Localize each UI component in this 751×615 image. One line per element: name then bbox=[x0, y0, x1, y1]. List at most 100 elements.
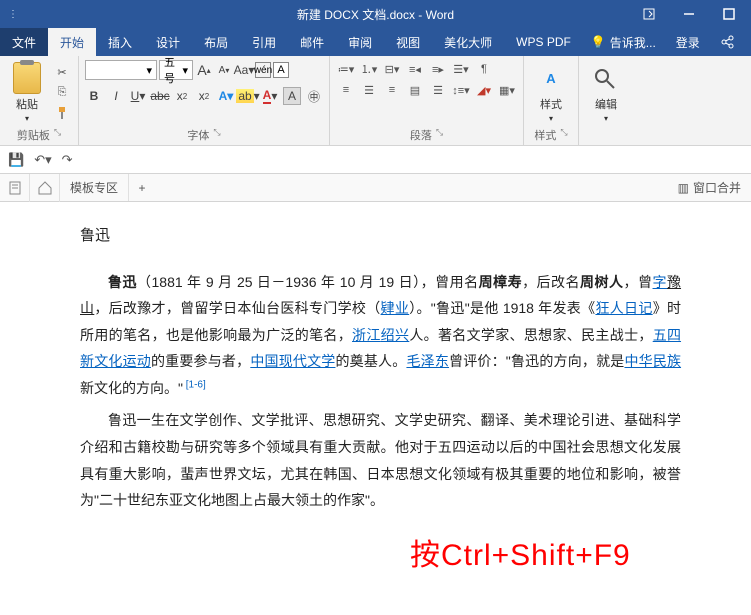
tabstrip: 模板专区 + ▥ 窗口合并 bbox=[0, 174, 751, 202]
borders-button[interactable]: ▦▾ bbox=[497, 81, 517, 99]
menu-layout[interactable]: 布局 bbox=[192, 28, 240, 56]
char-border-button[interactable]: A bbox=[273, 62, 289, 78]
highlight-button[interactable]: ab▾ bbox=[239, 87, 257, 105]
group-styles: A 样式 ▾ 样式⤡ bbox=[524, 56, 579, 145]
italic-button[interactable]: I bbox=[107, 87, 125, 105]
group-clipboard: 粘贴 ▾ ✂ ⎘ 剪贴板⤡ bbox=[0, 56, 79, 145]
menu-beautify[interactable]: 美化大师 bbox=[432, 28, 504, 56]
tell-me-label: 告诉我... bbox=[610, 34, 656, 51]
styles-icon: A bbox=[535, 62, 567, 94]
shrink-font-button[interactable]: A▾ bbox=[215, 61, 233, 79]
justify-button[interactable]: ▤ bbox=[405, 81, 425, 99]
menubar: 文件 开始 插入 设计 布局 引用 邮件 审阅 视图 美化大师 WPS PDF … bbox=[0, 28, 751, 56]
group-editing: 编辑 ▾ bbox=[579, 56, 633, 145]
qat-handle-icon[interactable]: ⋮ bbox=[8, 9, 18, 20]
format-painter-button[interactable] bbox=[52, 104, 72, 122]
editing-button[interactable]: 编辑 ▾ bbox=[585, 60, 627, 129]
enclose-chars-button[interactable]: ㊥ bbox=[305, 87, 323, 105]
cut-button[interactable]: ✂ bbox=[52, 64, 72, 82]
paste-button[interactable]: 粘贴 ▾ bbox=[6, 60, 48, 125]
window-merge-icon[interactable]: ▥ bbox=[678, 181, 689, 195]
share-icon[interactable] bbox=[712, 28, 742, 56]
find-icon bbox=[592, 66, 620, 94]
link-zhonghua[interactable]: 中华民族 bbox=[624, 353, 681, 369]
menu-mailings[interactable]: 邮件 bbox=[288, 28, 336, 56]
increase-indent-button[interactable]: ≡▸ bbox=[428, 60, 448, 78]
bullets-button[interactable]: ≔▾ bbox=[336, 60, 356, 78]
ribbon-display-options-icon[interactable] bbox=[631, 0, 667, 28]
home-icon[interactable] bbox=[30, 174, 60, 202]
text-effects-button[interactable]: A▾ bbox=[217, 87, 235, 105]
underline-button[interactable]: U▾ bbox=[129, 87, 147, 105]
maximize-button[interactable] bbox=[711, 0, 747, 28]
menu-insert[interactable]: 插入 bbox=[96, 28, 144, 56]
doc-paragraph-1: 鲁迅（1881 年 9 月 25 日－1936 年 10 月 19 日），曾用名… bbox=[80, 269, 681, 402]
asian-layout-button[interactable]: ☰▾ bbox=[451, 60, 471, 78]
new-tab-button[interactable]: + bbox=[129, 181, 155, 195]
font-dialog-launcher[interactable]: ⤡ bbox=[213, 127, 220, 143]
strikethrough-button[interactable]: abc bbox=[151, 87, 169, 105]
window-merge-label[interactable]: 窗口合并 bbox=[693, 179, 741, 196]
styles-button[interactable]: A 样式 ▾ bbox=[530, 60, 572, 125]
link-modern-lit[interactable]: 中国现代文学 bbox=[250, 353, 335, 369]
link-zi[interactable]: 字 bbox=[653, 274, 668, 290]
copy-button[interactable]: ⎘ bbox=[52, 84, 72, 102]
link-shaoxing[interactable]: 绍兴 bbox=[381, 327, 410, 343]
citation-sup[interactable]: [1-6] bbox=[183, 379, 206, 390]
tab-templates[interactable]: 模板专区 bbox=[60, 174, 129, 201]
menu-wps-pdf[interactable]: WPS PDF bbox=[504, 28, 583, 56]
group-font: ▾ 五号▾ A▴ A▾ Aа▾ wén A B I U▾ abc x2 x2 A… bbox=[79, 56, 330, 145]
align-center-button[interactable]: ☰ bbox=[359, 81, 379, 99]
superscript-button[interactable]: x2 bbox=[195, 87, 213, 105]
link-diary[interactable]: 狂人日记 bbox=[595, 300, 652, 316]
ribbon: 粘贴 ▾ ✂ ⎘ 剪贴板⤡ ▾ 五号▾ A▴ A▾ Aа▾ wén A bbox=[0, 56, 751, 146]
multilevel-button[interactable]: ⊟▾ bbox=[382, 60, 402, 78]
bold-button[interactable]: B bbox=[85, 87, 103, 105]
doc-paragraph-2: 鲁迅一生在文学创作、文学批评、思想研究、文学史研究、翻译、美术理论引进、基础科学… bbox=[80, 407, 681, 513]
distribute-button[interactable]: ☰ bbox=[428, 81, 448, 99]
quick-access-toolbar: 💾 ↶▾ ↷ bbox=[0, 146, 751, 174]
paragraph-dialog-launcher[interactable]: ⤡ bbox=[436, 127, 443, 143]
font-color-button[interactable]: A▾ bbox=[261, 87, 279, 105]
link-zhejiang[interactable]: 浙江 bbox=[352, 327, 381, 343]
document-body[interactable]: 鲁迅 鲁迅（1881 年 9 月 25 日－1936 年 10 月 19 日），… bbox=[0, 202, 751, 530]
document-title: 新建 DOCX 文档.docx - Word bbox=[297, 6, 454, 23]
menu-design[interactable]: 设计 bbox=[144, 28, 192, 56]
grow-font-button[interactable]: A▴ bbox=[195, 61, 213, 79]
link-mao[interactable]: 毛泽东 bbox=[406, 353, 449, 369]
undo-button[interactable]: ↶▾ bbox=[34, 152, 51, 168]
new-file-icon[interactable] bbox=[0, 174, 30, 202]
subscript-button[interactable]: x2 bbox=[173, 87, 191, 105]
doc-heading: 鲁迅 bbox=[80, 222, 681, 251]
menu-references[interactable]: 引用 bbox=[240, 28, 288, 56]
menu-home[interactable]: 开始 bbox=[48, 28, 96, 56]
annotation-overlay: 按Ctrl+Shift+F9 bbox=[410, 530, 631, 574]
link-yiye[interactable]: 肄业 bbox=[381, 300, 410, 316]
group-paragraph: ≔▾ ⒈▾ ⊟▾ ≡◂ ≡▸ ☰▾ ¶ ≡ ☰ ≡ ▤ ☰ ↕≡▾ ◢▾ ▦▾ … bbox=[330, 56, 524, 145]
decrease-indent-button[interactable]: ≡◂ bbox=[405, 60, 425, 78]
titlebar: ⋮ 新建 DOCX 文档.docx - Word bbox=[0, 0, 751, 28]
shading-button[interactable]: ◢▾ bbox=[474, 81, 494, 99]
lightbulb-icon: 💡 bbox=[591, 35, 606, 49]
tell-me[interactable]: 💡 告诉我... bbox=[583, 28, 664, 56]
phonetic-guide-button[interactable]: wén bbox=[255, 62, 271, 78]
menu-file[interactable]: 文件 bbox=[0, 28, 48, 56]
menu-view[interactable]: 视图 bbox=[384, 28, 432, 56]
char-shading-button[interactable]: A bbox=[283, 87, 301, 105]
redo-button[interactable]: ↷ bbox=[62, 152, 73, 168]
font-name-combo[interactable]: ▾ bbox=[85, 60, 157, 80]
line-spacing-button[interactable]: ↕≡▾ bbox=[451, 81, 471, 99]
show-marks-button[interactable]: ¶ bbox=[474, 60, 494, 78]
login-button[interactable]: 登录 bbox=[664, 28, 712, 56]
menu-review[interactable]: 审阅 bbox=[336, 28, 384, 56]
align-left-button[interactable]: ≡ bbox=[336, 81, 356, 99]
numbering-button[interactable]: ⒈▾ bbox=[359, 60, 379, 78]
styles-dialog-launcher[interactable]: ⤡ bbox=[560, 127, 567, 143]
clipboard-dialog-launcher[interactable]: ⤡ bbox=[54, 127, 61, 143]
paste-icon bbox=[13, 62, 41, 94]
align-right-button[interactable]: ≡ bbox=[382, 81, 402, 99]
clear-formatting-button[interactable]: Aа▾ bbox=[235, 61, 253, 79]
minimize-button[interactable] bbox=[671, 0, 707, 28]
save-icon[interactable]: 💾 bbox=[8, 152, 24, 168]
font-size-combo[interactable]: 五号▾ bbox=[159, 60, 193, 80]
